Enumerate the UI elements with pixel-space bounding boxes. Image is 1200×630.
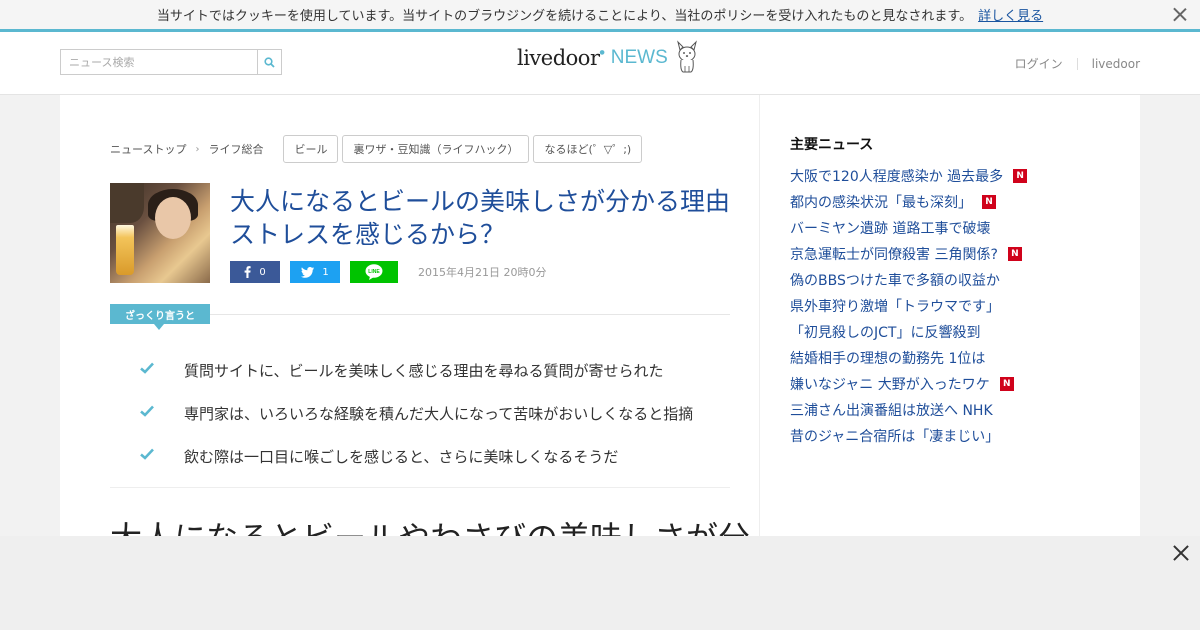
cookie-banner-text: 当サイトではクッキーを使用しています。当サイトのブラウジングを続けることにより、… [156, 9, 973, 24]
article-tags: ビール 裏ワザ・豆知識（ライフハック） なるほど(゜▽゜;) [283, 135, 646, 163]
news-item[interactable]: 昔のジャニ合宿所は「凄まじい」 [790, 423, 1027, 449]
sidebar: 主要ニュース 大阪で120人程度感染か 過去最多 N 都内の感染状況「最も深刻」 N… [760, 95, 1140, 536]
tag-beer[interactable]: ビール [283, 135, 339, 163]
summary-point-text: 質問サイトに、ビールを美味しく感じる理由を尋ねる質問が寄せられた [184, 362, 664, 380]
news-item[interactable]: 三浦さん出演番組は放送へ NHK [790, 397, 1027, 423]
share-row: 0 1 LINE 2015年4月21日 20時0分 [230, 261, 546, 283]
login-link[interactable]: ログイン [1015, 55, 1063, 72]
new-badge: N [999, 377, 1014, 391]
news-item[interactable]: 県外車狩り激増「トラウマです」 [790, 293, 1027, 319]
header-links: ログイン livedoor [1015, 55, 1140, 72]
news-item[interactable]: 都内の感染状況「最も深刻」 N [790, 189, 1027, 215]
livedoor-link[interactable]: livedoor [1092, 57, 1140, 71]
breadcrumb: ニューストップ › ライフ総合 ビール 裏ワザ・豆知識（ライフハック） なるほど… [110, 135, 646, 163]
tag-naruhodo[interactable]: なるほど(゜▽゜;) [533, 135, 643, 163]
thumbnail-man [110, 183, 144, 223]
news-item[interactable]: 嫌いなジャニ 大野が入ったワケ N [790, 371, 1027, 397]
twitter-count: 1 [322, 266, 329, 278]
search-button[interactable] [257, 50, 281, 74]
new-badge: N [982, 195, 996, 209]
line-icon: LINE [365, 264, 383, 280]
news-item-text[interactable]: 昔のジャニ合宿所は「凄まじい」 [790, 426, 999, 446]
news-item[interactable]: 偽のBBSつけた車で多額の収益か [790, 267, 1027, 293]
facebook-icon [244, 266, 251, 278]
cookie-banner: 当サイトではクッキーを使用しています。当サイトのブラウジングを続けることにより、… [0, 0, 1200, 32]
summary-point-text: 専門家は、いろいろな経験を積んだ大人になって苦味がおいしくなると指摘 [184, 405, 694, 423]
svg-text:LINE: LINE [368, 269, 380, 275]
article-divider [110, 487, 730, 488]
news-item-text[interactable]: 嫌いなジャニ 大野が入ったワケ [790, 374, 990, 394]
check-icon [140, 405, 154, 417]
facebook-share-button[interactable]: 0 [230, 261, 280, 283]
breadcrumb-news-top[interactable]: ニューストップ [110, 141, 186, 157]
news-item-text[interactable]: 県外車狩り激増「トラウマです」 [790, 296, 1000, 316]
header-divider [1076, 57, 1078, 70]
search-input[interactable] [61, 50, 257, 74]
news-item-text[interactable]: 大阪で120人程度感染か 過去最多 [790, 166, 1003, 186]
twitter-icon [301, 266, 315, 278]
close-icon[interactable] [1172, 544, 1190, 562]
search-box [60, 49, 282, 75]
logo-dot-icon: ● [599, 48, 605, 56]
thumbnail-beer-glass [116, 225, 134, 275]
breadcrumb-separator: › [195, 143, 200, 155]
summary-point: 専門家は、いろいろな経験を積んだ大人になって苦味がおいしくなると指摘 [140, 392, 693, 435]
sidebar-title: 主要ニュース [790, 137, 874, 153]
news-item[interactable]: 「初見殺しのJCT」に反響殺到 [790, 319, 1027, 345]
logo-news-text: NEWS [610, 47, 668, 68]
news-item[interactable]: 結婚相手の理想の勤務先 1位は [790, 345, 1027, 371]
summary-divider [210, 314, 730, 315]
new-badge: N [1013, 169, 1028, 183]
search-icon [264, 56, 275, 68]
news-item-text[interactable]: 京急運転士が同僚殺害 三角関係? [790, 244, 998, 264]
thumbnail-face [155, 197, 191, 239]
summary-point: 飲む際は一口目に喉ごしを感じると、さらに美味しくなるそうだ [140, 435, 693, 478]
top-news-list: 大阪で120人程度感染か 過去最多 N 都内の感染状況「最も深刻」 N バーミヤン遺… [790, 163, 1028, 449]
line-share-button[interactable]: LINE [350, 261, 398, 283]
summary-points: 質問サイトに、ビールを美味しく感じる理由を尋ねる質問が寄せられた 専門家は、いろ… [140, 349, 693, 478]
summary-point-text: 飲む際は一口目に喉ごしを感じると、さらに美味しくなるそうだ [184, 448, 619, 466]
summary-point: 質問サイトに、ビールを美味しく感じる理由を尋ねる質問が寄せられた [140, 349, 693, 392]
breadcrumb-life[interactable]: ライフ総合 [208, 141, 263, 157]
content-container: ニューストップ › ライフ総合 ビール 裏ワザ・豆知識（ライフハック） なるほど… [60, 95, 1140, 557]
dog-mascot-icon [676, 40, 697, 73]
cookie-close-icon[interactable] [1172, 6, 1188, 22]
news-item[interactable]: 京急運転士が同僚殺害 三角関係? N [790, 241, 1027, 267]
news-item-text[interactable]: 偽のBBSつけた車で多額の収益か [790, 270, 1000, 290]
article-main: ニューストップ › ライフ総合 ビール 裏ワザ・豆知識（ライフハック） なるほど… [60, 95, 760, 557]
site-logo[interactable]: livedoor ● NEWS [517, 40, 700, 74]
site-header: livedoor ● NEWS ログイン livedoor [0, 32, 1200, 95]
summary-label: ざっくり言うと [110, 304, 210, 330]
article-date: 2015年4月21日 20時0分 [418, 266, 547, 279]
article-title: 大人になるとビールの美味しさが分かる理由 ストレスを感じるから？ [230, 187, 731, 249]
news-item[interactable]: バーミヤン遺跡 道路工事で破壊 [790, 215, 1027, 241]
news-item-text[interactable]: バーミヤン遺跡 道路工事で破壊 [790, 218, 990, 238]
facebook-count: 0 [259, 266, 266, 278]
article-thumbnail[interactable] [110, 183, 210, 283]
check-icon [140, 448, 154, 460]
news-item-text[interactable]: 結婚相手の理想の勤務先 1位は [790, 348, 985, 368]
bottom-ad-overlay [0, 536, 1200, 630]
logo-livedoor-text: livedoor [517, 46, 600, 70]
news-item-text[interactable]: 「初見殺しのJCT」に反響殺到 [790, 322, 980, 342]
twitter-share-button[interactable]: 1 [290, 261, 340, 283]
check-icon [140, 362, 154, 374]
news-item-text[interactable]: 三浦さん出演番組は放送へ NHK [790, 400, 993, 420]
news-item[interactable]: 大阪で120人程度感染か 過去最多 N [790, 163, 1028, 189]
tag-lifehack[interactable]: 裏ワザ・豆知識（ライフハック） [342, 135, 530, 163]
new-badge: N [1007, 247, 1022, 261]
news-item-text[interactable]: 都内の感染状況「最も深刻」 [790, 192, 972, 212]
cookie-details-link[interactable]: 詳しく見る [978, 5, 1043, 24]
